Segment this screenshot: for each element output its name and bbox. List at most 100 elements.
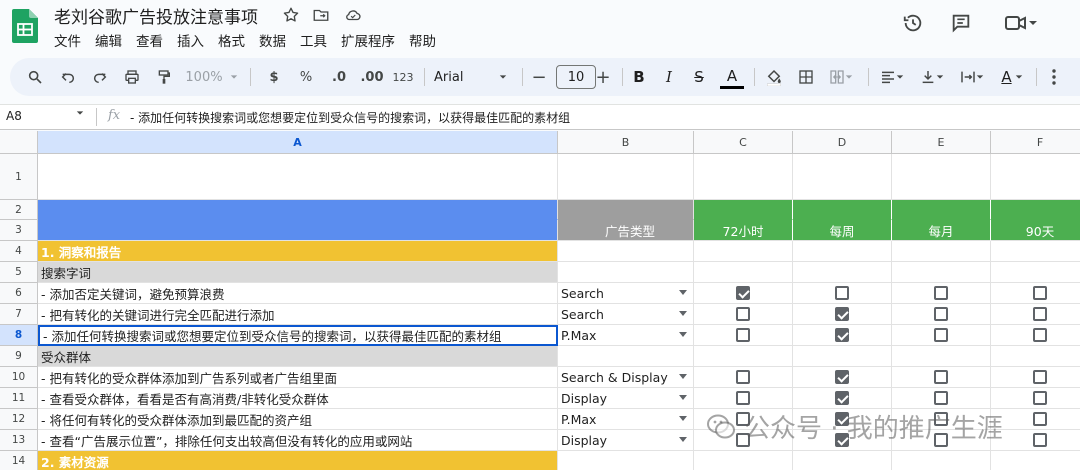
cell-d1[interactable] [793, 154, 892, 200]
cell-e4[interactable] [892, 241, 991, 262]
row-header-8[interactable]: 8 [0, 325, 38, 346]
comment-icon[interactable] [946, 10, 976, 36]
cell-b9[interactable] [558, 346, 694, 367]
cell-a11[interactable]: - 查看受众群体，看看是否有高消费/非转化受众群体 [38, 388, 558, 409]
dropdown-arrow-icon[interactable] [679, 311, 687, 316]
text-rotation-button[interactable]: A [994, 58, 1030, 96]
decrease-font-size-button[interactable]: − [528, 58, 550, 96]
checkbox-c10[interactable] [736, 370, 750, 384]
menu-help[interactable]: 帮助 [409, 30, 444, 50]
cell-d5[interactable] [793, 262, 892, 283]
font-size-input[interactable]: 10 [556, 65, 596, 89]
cell-d14[interactable] [793, 451, 892, 470]
row-header-11[interactable]: 11 [0, 388, 38, 409]
cell-e9[interactable] [892, 346, 991, 367]
cell-a14[interactable]: 2. 素材资源 [38, 451, 558, 470]
cell-e14[interactable] [892, 451, 991, 470]
cell-e8[interactable] [892, 325, 991, 346]
ad-type-dropdown-11[interactable]: Display [558, 388, 694, 409]
history-icon[interactable] [898, 10, 928, 36]
star-icon[interactable] [280, 4, 302, 26]
cell-e7[interactable] [892, 304, 991, 325]
checkbox-c6[interactable] [736, 286, 750, 300]
column-header-c[interactable]: C [694, 131, 793, 154]
checkbox-e11[interactable] [934, 391, 948, 405]
cell-c5[interactable] [694, 262, 793, 283]
checkbox-f11[interactable] [1033, 391, 1047, 405]
cell-f9[interactable] [991, 346, 1080, 367]
print-icon[interactable] [118, 58, 146, 96]
font-family-select[interactable]: Arial [434, 58, 484, 96]
redo-icon[interactable] [86, 58, 114, 96]
menu-format[interactable]: 格式 [218, 30, 253, 50]
checkbox-e6[interactable] [934, 286, 948, 300]
text-wrapping-icon[interactable] [954, 58, 990, 96]
italic-button[interactable]: I [658, 58, 680, 96]
checkbox-f7[interactable] [1033, 307, 1047, 321]
checkbox-c7[interactable] [736, 307, 750, 321]
cell-f6[interactable] [991, 283, 1080, 304]
cell-c4[interactable] [694, 241, 793, 262]
checkbox-f13[interactable] [1033, 433, 1047, 447]
cell-b3[interactable]: 广告类型 [558, 220, 694, 241]
cell-c1[interactable] [694, 154, 793, 200]
row-header-5[interactable]: 5 [0, 262, 38, 283]
menu-edit[interactable]: 编辑 [95, 30, 130, 50]
checkbox-c8[interactable] [736, 328, 750, 342]
bold-button[interactable]: B [628, 58, 650, 96]
cell-a1[interactable] [38, 154, 558, 200]
more-formats-button[interactable]: 123 [390, 58, 416, 96]
cell-a9[interactable]: 受众群体 [38, 346, 558, 367]
cell-f13[interactable] [991, 430, 1080, 451]
undo-icon[interactable] [54, 58, 82, 96]
cell-a6[interactable]: - 添加否定关键词，避免预算浪费 [38, 283, 558, 304]
checkbox-f6[interactable] [1033, 286, 1047, 300]
row-header-10[interactable]: 10 [0, 367, 38, 388]
cell-d3[interactable]: 每周 [793, 220, 892, 241]
strikethrough-button[interactable]: S [688, 58, 710, 96]
cell-b4[interactable] [558, 241, 694, 262]
cell-e3[interactable]: 每月 [892, 220, 991, 241]
cell-f4[interactable] [991, 241, 1080, 262]
row-header-13[interactable]: 13 [0, 430, 38, 451]
dropdown-arrow-icon[interactable] [679, 416, 687, 421]
cell-f8[interactable] [991, 325, 1080, 346]
chevron-down-icon[interactable] [228, 58, 240, 96]
cloud-status-icon[interactable] [342, 4, 364, 26]
ad-type-dropdown-10[interactable]: Search & Display [558, 367, 694, 388]
row-header-3[interactable]: 3 [0, 220, 38, 241]
ad-type-dropdown-6[interactable]: Search [558, 283, 694, 304]
cell-c2[interactable] [694, 200, 793, 220]
fill-color-icon[interactable] [762, 58, 786, 96]
cell-a3[interactable] [38, 220, 558, 241]
column-header-d[interactable]: D [793, 131, 892, 154]
column-header-e[interactable]: E [892, 131, 991, 154]
paint-format-icon[interactable] [150, 58, 178, 96]
increase-font-size-button[interactable]: + [592, 58, 614, 96]
cell-b5[interactable] [558, 262, 694, 283]
zoom-select[interactable]: 100% [182, 58, 226, 96]
checkbox-d8[interactable] [835, 328, 849, 342]
cell-d4[interactable] [793, 241, 892, 262]
cell-f12[interactable] [991, 409, 1080, 430]
cell-d9[interactable] [793, 346, 892, 367]
cell-a4[interactable]: 1. 洞察和报告 [38, 241, 558, 262]
dropdown-arrow-icon[interactable] [679, 374, 687, 379]
document-title[interactable]: 老刘谷歌广告投放注意事项 [54, 3, 258, 28]
column-header-b[interactable]: B [558, 131, 694, 154]
cell-e2[interactable] [892, 200, 991, 220]
cell-f11[interactable] [991, 388, 1080, 409]
cell-e1[interactable] [892, 154, 991, 200]
text-color-button[interactable]: A [720, 65, 744, 89]
checkbox-e8[interactable] [934, 328, 948, 342]
cell-a10[interactable]: - 把有转化的受众群体添加到广告系列或者广告组里面 [38, 367, 558, 388]
cell-e6[interactable] [892, 283, 991, 304]
cell-f3[interactable]: 90天 [991, 220, 1080, 241]
checkbox-f12[interactable] [1033, 412, 1047, 426]
cell-a2[interactable] [38, 200, 558, 220]
decrease-decimal-button[interactable]: .0 [326, 58, 352, 96]
name-box[interactable]: A8 [6, 109, 22, 123]
cell-c10[interactable] [694, 367, 793, 388]
checkbox-e10[interactable] [934, 370, 948, 384]
cell-f2[interactable] [991, 200, 1080, 220]
